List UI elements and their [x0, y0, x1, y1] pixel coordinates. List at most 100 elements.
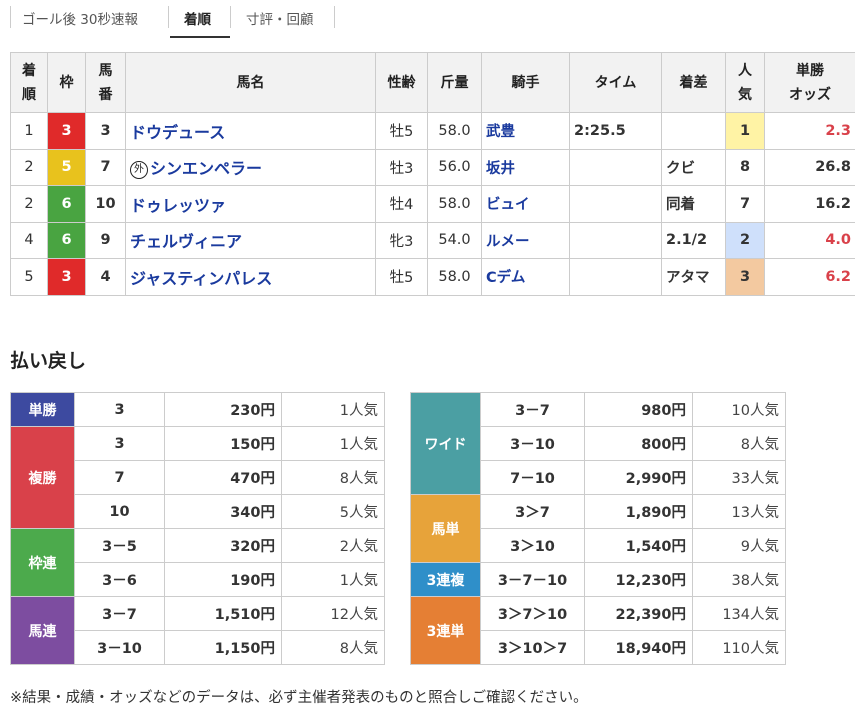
jockey-cell: 坂井	[481, 148, 570, 186]
tab-divider	[10, 6, 11, 28]
sex-age-cell: 牡5	[375, 258, 428, 296]
jockey-cell: Cデム	[481, 258, 570, 296]
bet-type-sanrenpuku: 3連複	[410, 562, 481, 597]
payout-amount: 470円	[164, 460, 282, 495]
payout-amount: 1,510円	[164, 596, 282, 631]
payout-combo: 7	[74, 460, 165, 495]
horse-name-link[interactable]: シンエンペラー	[150, 159, 262, 178]
payout-popularity: 1人気	[281, 392, 385, 427]
payout-popularity: 33人気	[692, 460, 786, 495]
payout-popularity: 8人気	[692, 426, 786, 461]
time-cell	[569, 221, 662, 259]
active-tab-indicator	[170, 36, 230, 38]
horse-name-link[interactable]: ドゥレッツァ	[130, 196, 226, 215]
weight-cell: 58.0	[427, 185, 482, 223]
payout-popularity: 9人気	[692, 528, 786, 563]
time-cell	[569, 185, 662, 223]
sex-age-cell: 牡5	[375, 112, 428, 150]
waku-cell: 3	[47, 112, 86, 150]
payout-row: 3連単 3＞7＞10 22,390円 134人気	[410, 596, 786, 665]
horse-name-link[interactable]: ジャスティンパレス	[130, 269, 272, 288]
payout-popularity: 13人気	[692, 494, 786, 529]
tab-goal-flash[interactable]: ゴール後 30秒速報	[22, 8, 138, 28]
odds-cell: 26.8	[764, 148, 855, 186]
payout-combo: 3－7	[74, 596, 165, 631]
table-row: 1 3 3 ドウデュース 牡5 58.0 武豊 2:25.5 1 2.3	[10, 112, 855, 150]
payout-popularity: 8人気	[281, 460, 385, 495]
payout-combo: 3－10	[480, 426, 585, 461]
margin-cell: 2.1/2	[661, 221, 726, 259]
rank-cell: 1	[10, 112, 48, 150]
payout-combo: 3－5	[74, 528, 165, 563]
payout-row: 複勝 3 150円 1人気	[10, 426, 385, 529]
payout-combo: 3＞10＞7	[480, 630, 585, 665]
bet-type-wide: ワイド	[410, 392, 481, 495]
horse-name-cell: チェルヴィニア	[125, 221, 376, 259]
table-row: 2 5 7 外シンエンペラー 牡3 56.0 坂井 クビ 8 26.8	[10, 148, 855, 186]
header-waku: 枠	[47, 52, 86, 113]
payout-amount: 12,230円	[584, 562, 693, 597]
payout-popularity: 5人気	[281, 494, 385, 529]
payout-combo: 10	[74, 494, 165, 529]
payout-row: 3連複 3－7－10 12,230円 38人気	[410, 562, 786, 597]
popularity-cell: 7	[725, 185, 765, 223]
tab-divider	[168, 6, 169, 28]
header-umaban: 馬番	[85, 52, 126, 113]
bet-type-umatan: 馬単	[410, 494, 481, 563]
header-sex-age: 性齢	[375, 52, 428, 113]
table-row: 5 3 4 ジャスティンパレス 牡5 58.0 Cデム アタマ 3 6.2	[10, 258, 855, 296]
tab-review[interactable]: 寸評・回顧	[246, 8, 314, 28]
payout-combo: 7－10	[480, 460, 585, 495]
weight-cell: 58.0	[427, 112, 482, 150]
tab-divider	[334, 6, 335, 28]
tab-results[interactable]: 着順	[184, 8, 211, 28]
payout-popularity: 12人気	[281, 596, 385, 631]
payout-table-right: ワイド 3－7 980円 10人気 3－10 800円 8人気 7－10 2,9…	[410, 392, 786, 665]
rank-cell: 2	[10, 148, 48, 186]
payout-amount: 800円	[584, 426, 693, 461]
bet-type-umaren: 馬連	[10, 596, 75, 665]
bet-type-wakuren: 枠連	[10, 528, 75, 597]
waku-cell: 5	[47, 148, 86, 186]
payout-amount: 190円	[164, 562, 282, 597]
horse-name-link[interactable]: チェルヴィニア	[130, 232, 242, 251]
payout-popularity: 2人気	[281, 528, 385, 563]
bet-type-tansho: 単勝	[10, 392, 75, 427]
time-cell: 2:25.5	[569, 112, 662, 150]
margin-cell	[661, 112, 726, 150]
popularity-cell: 2	[725, 221, 765, 259]
header-time: タイム	[569, 52, 662, 113]
jockey-link[interactable]: 武豊	[486, 124, 515, 140]
tab-divider	[230, 6, 231, 28]
payout-combo: 3－7－10	[480, 562, 585, 597]
header-win-odds: 単勝 オッズ	[764, 52, 855, 113]
payout-popularity: 38人気	[692, 562, 786, 597]
horse-name-link[interactable]: ドウデュース	[130, 123, 225, 142]
odds-cell: 2.3	[764, 112, 855, 150]
umaban-cell: 3	[85, 112, 126, 150]
header-horse-name: 馬名	[125, 52, 376, 113]
payout-amount: 1,540円	[584, 528, 693, 563]
payout-heading: 払い戻し	[10, 350, 87, 372]
payout-popularity: 1人気	[281, 562, 385, 597]
jockey-cell: 武豊	[481, 112, 570, 150]
umaban-cell: 10	[85, 185, 126, 223]
jockey-link[interactable]: Cデム	[486, 270, 525, 286]
jockey-link[interactable]: ビュイ	[486, 197, 530, 213]
sex-age-cell: 牝3	[375, 221, 428, 259]
tab-bar: ゴール後 30秒速報 着順 寸評・回顧	[10, 0, 855, 38]
jockey-link[interactable]: 坂井	[486, 161, 515, 177]
payout-amount: 230円	[164, 392, 282, 427]
sex-age-cell: 牡4	[375, 185, 428, 223]
payout-combo: 3－6	[74, 562, 165, 597]
payout-amount: 22,390円	[584, 596, 693, 631]
popularity-cell: 8	[725, 148, 765, 186]
payout-amount: 320円	[164, 528, 282, 563]
jockey-link[interactable]: ルメー	[486, 234, 530, 250]
disclaimer-note: ※結果・成績・オッズなどのデータは、必ず主催者発表のものと照合しご確認ください。	[10, 690, 588, 706]
waku-cell: 6	[47, 185, 86, 223]
horse-name-cell: 外シンエンペラー	[125, 148, 376, 186]
payout-combo: 3	[74, 426, 165, 461]
payout-table-left: 単勝 3 230円 1人気 複勝 3 150円 1人気 7 470円 8人気 1…	[10, 392, 385, 665]
foreign-mark-icon: 外	[130, 161, 148, 180]
